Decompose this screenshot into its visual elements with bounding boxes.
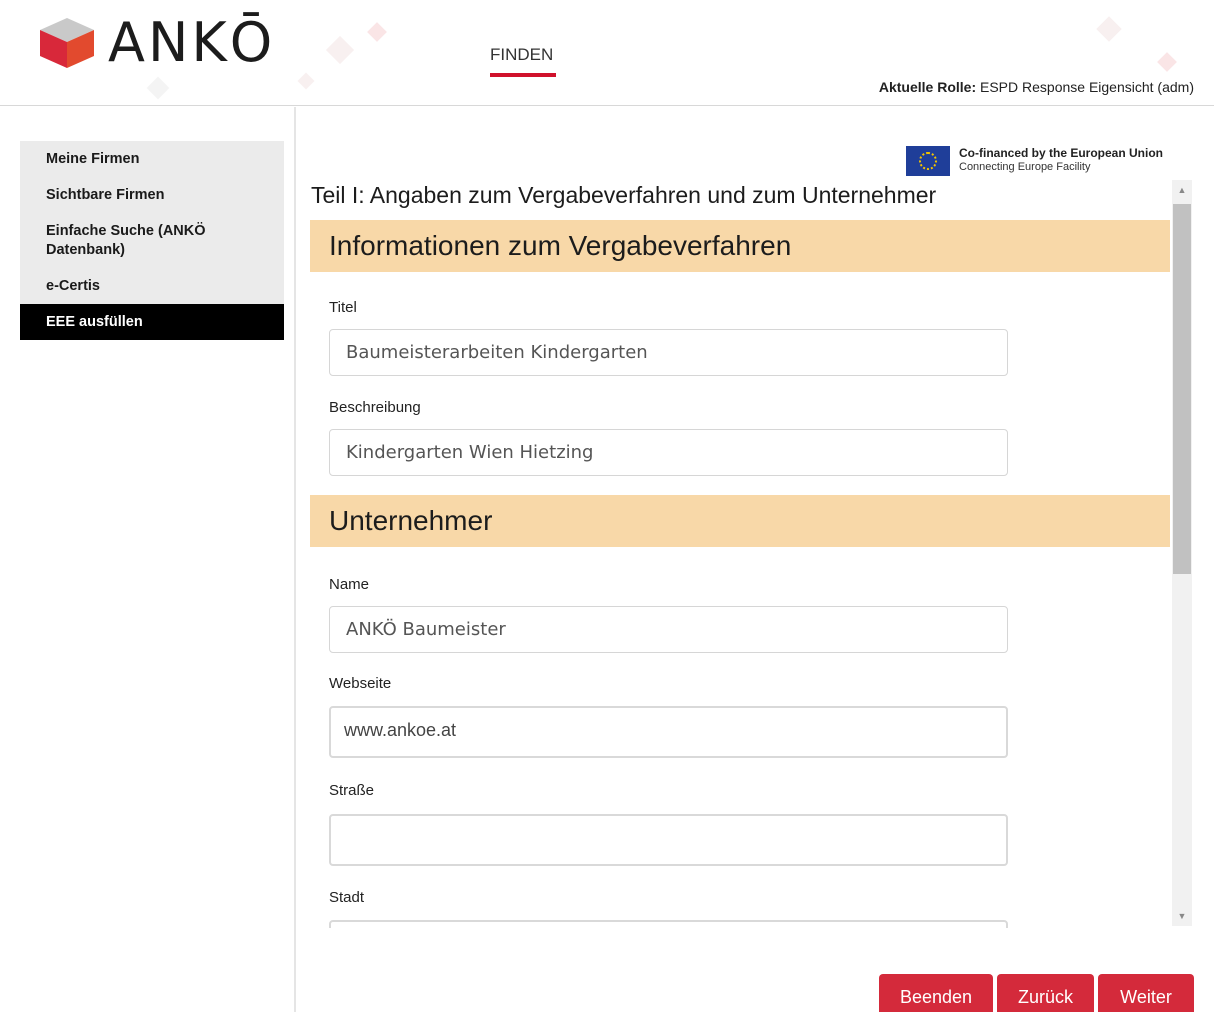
eu-line2: Connecting Europe Facility bbox=[959, 161, 1091, 173]
name-label: Name bbox=[329, 576, 370, 593]
webseite-label: Webseite bbox=[329, 675, 392, 692]
name-input[interactable]: ANKÖ Baumeister bbox=[329, 606, 1008, 653]
sidebar-panel: Meine Firmen Sichtbare Firmen Einfache S… bbox=[0, 107, 296, 1012]
logo-mark-icon bbox=[40, 18, 94, 68]
eu-line1: Co-financed by the European Union bbox=[959, 146, 1164, 160]
section-heading-vergabeverfahren: Informationen zum Vergabeverfahren bbox=[310, 220, 1170, 272]
role-label: Aktuelle Rolle: bbox=[878, 79, 977, 95]
scroll-down-arrow-icon[interactable]: ▼ bbox=[1172, 906, 1192, 926]
current-role: Aktuelle Rolle: ESPD Response Eigensicht… bbox=[879, 79, 1194, 95]
scrollbar-thumb[interactable] bbox=[1173, 204, 1191, 574]
eu-flag-icon bbox=[906, 146, 950, 176]
weiter-button[interactable]: Weiter bbox=[1098, 974, 1194, 1012]
sidebar-nav: Meine Firmen Sichtbare Firmen Einfache S… bbox=[20, 141, 284, 340]
sidebar-item-einfache-suche[interactable]: Einfache Suche (ANKÖ Datenbank) bbox=[20, 213, 284, 268]
beschreibung-label: Beschreibung bbox=[329, 399, 421, 416]
titel-label: Titel bbox=[329, 299, 357, 316]
form-scroll-area[interactable]: Informationen zum Vergabeverfahren Titel… bbox=[310, 178, 1194, 928]
stadt-input[interactable] bbox=[329, 920, 1008, 928]
sidebar-item-sichtbare-firmen[interactable]: Sichtbare Firmen bbox=[20, 177, 284, 213]
section-heading-unternehmer: Unternehmer bbox=[310, 495, 1170, 547]
decor-shape bbox=[1157, 52, 1177, 72]
vertical-scrollbar[interactable]: ▲ ▼ bbox=[1172, 180, 1192, 926]
nav-finden[interactable]: FINDEN bbox=[490, 45, 556, 77]
strasse-input[interactable] bbox=[329, 814, 1008, 866]
webseite-input[interactable]: www.ankoe.at bbox=[329, 706, 1008, 758]
logo[interactable]: ANKŌ bbox=[38, 16, 275, 70]
beschreibung-input[interactable]: Kindergarten Wien Hietzing bbox=[329, 429, 1008, 476]
decor-shape bbox=[146, 76, 170, 100]
beenden-button[interactable]: Beenden bbox=[879, 974, 993, 1012]
decor-shape bbox=[1096, 16, 1122, 42]
decor-shape bbox=[367, 22, 387, 42]
eu-cofinanced-logo: Co-financed by the European Union Connec… bbox=[906, 146, 1163, 176]
decor-shape bbox=[297, 72, 315, 90]
nav-active-underline bbox=[490, 73, 556, 77]
sidebar-item-meine-firmen[interactable]: Meine Firmen bbox=[20, 141, 284, 177]
titel-input[interactable]: Baumeisterarbeiten Kindergarten bbox=[329, 329, 1008, 376]
stadt-label: Stadt bbox=[329, 889, 365, 906]
strasse-label: Straße bbox=[329, 782, 375, 799]
logo-text: ANKŌ bbox=[108, 11, 276, 74]
zurueck-button[interactable]: Zurück bbox=[997, 974, 1094, 1012]
decor-shape bbox=[325, 35, 355, 65]
role-value: ESPD Response Eigensicht (adm) bbox=[980, 79, 1194, 95]
scroll-up-arrow-icon[interactable]: ▲ bbox=[1172, 180, 1192, 200]
sidebar-item-e-certis[interactable]: e-Certis bbox=[20, 268, 284, 304]
header: ANKŌ FINDEN Aktuelle Rolle: ESPD Respons… bbox=[0, 0, 1214, 106]
sidebar-item-eee-ausfuellen[interactable]: EEE ausfüllen bbox=[20, 304, 284, 340]
